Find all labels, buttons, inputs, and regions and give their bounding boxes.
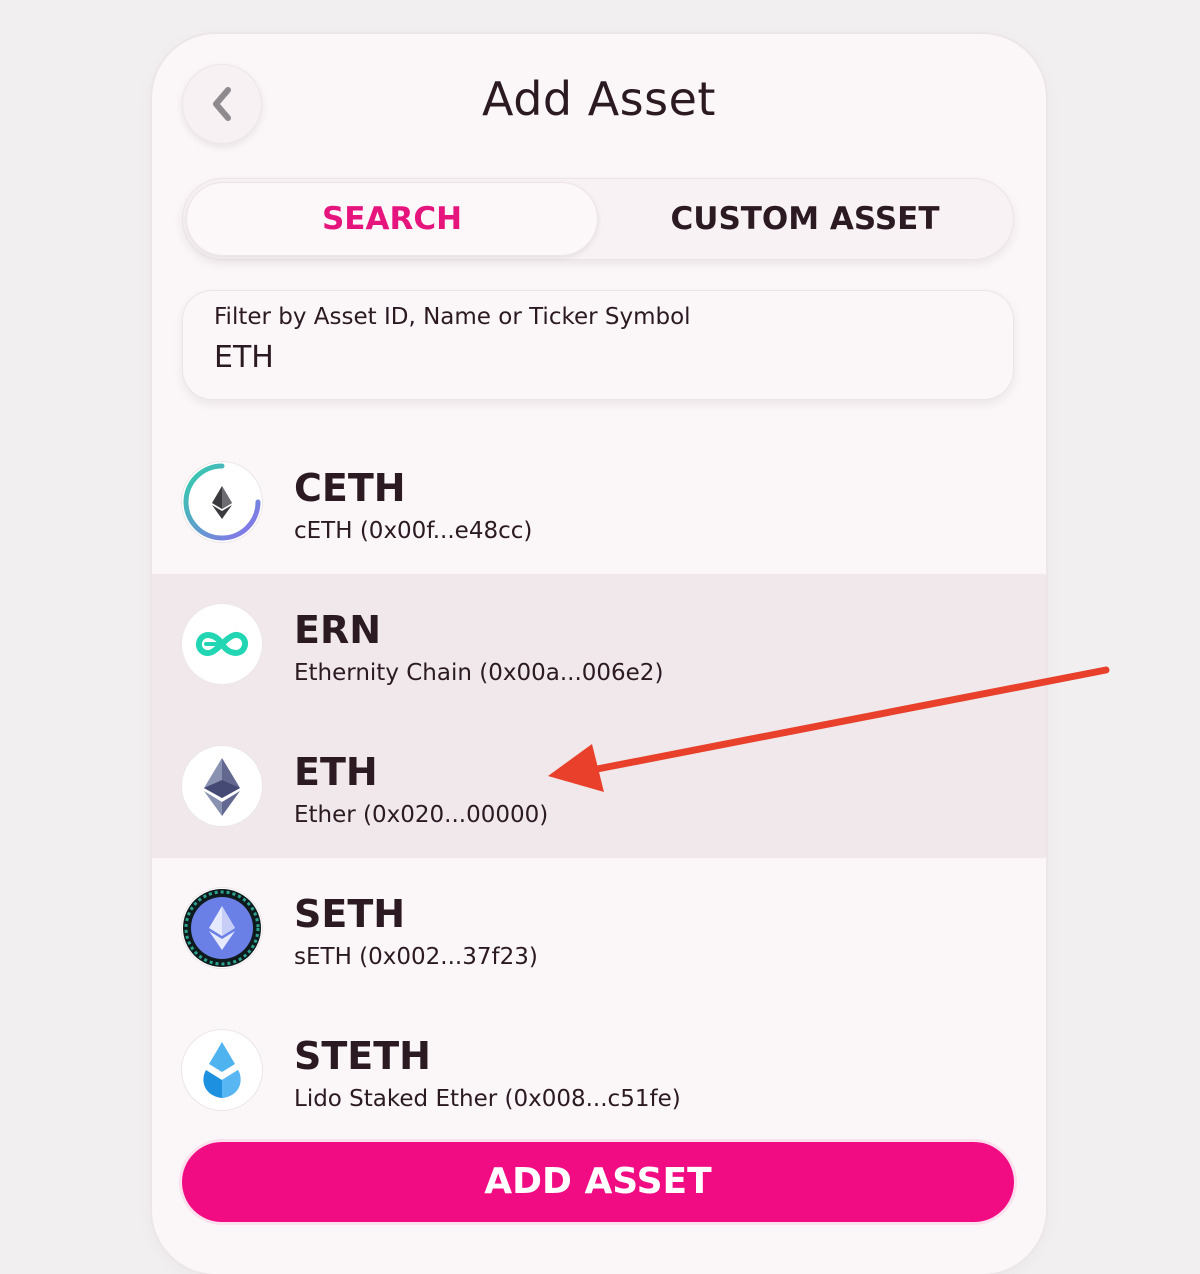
search-field[interactable]: Filter by Asset ID, Name or Ticker Symbo… [182,290,1014,400]
search-label: Filter by Asset ID, Name or Ticker Symbo… [214,304,691,330]
annotation-arrow-icon [548,666,1110,792]
tab-bar: SEARCH CUSTOM ASSET [182,178,1014,260]
ern-icon [182,604,262,684]
search-input[interactable] [214,340,974,375]
asset-row-seth[interactable]: SETH sETH (0x002...37f23) [152,858,1046,1000]
tab-custom-asset[interactable]: CUSTOM ASSET [600,178,1010,260]
asset-ticker: CETH [294,466,406,510]
seth-icon [182,888,262,968]
add-asset-button[interactable]: ADD ASSET [182,1142,1014,1222]
steth-icon [182,1030,262,1110]
add-asset-panel: Add Asset SEARCH CUSTOM ASSET Filter by … [152,34,1046,1274]
page-title: Add Asset [482,72,716,126]
asset-subtitle: Ether (0x020...00000) [294,802,549,828]
asset-subtitle: cETH (0x00f...e48cc) [294,518,533,544]
asset-ticker: STETH [294,1034,431,1078]
asset-subtitle: Lido Staked Ether (0x008...c51fe) [294,1086,681,1112]
asset-row-ceth[interactable]: CETH cETH (0x00f...e48cc) [152,432,1046,574]
asset-ticker: SETH [294,892,406,936]
asset-ticker: ERN [294,608,382,652]
asset-ticker: ETH [294,750,378,794]
tab-search[interactable]: SEARCH [186,182,598,256]
ceth-icon [182,462,262,542]
asset-row-steth[interactable]: STETH Lido Staked Ether (0x008...c51fe) [152,1000,1046,1142]
eth-icon [182,746,262,826]
asset-subtitle: sETH (0x002...37f23) [294,944,538,970]
